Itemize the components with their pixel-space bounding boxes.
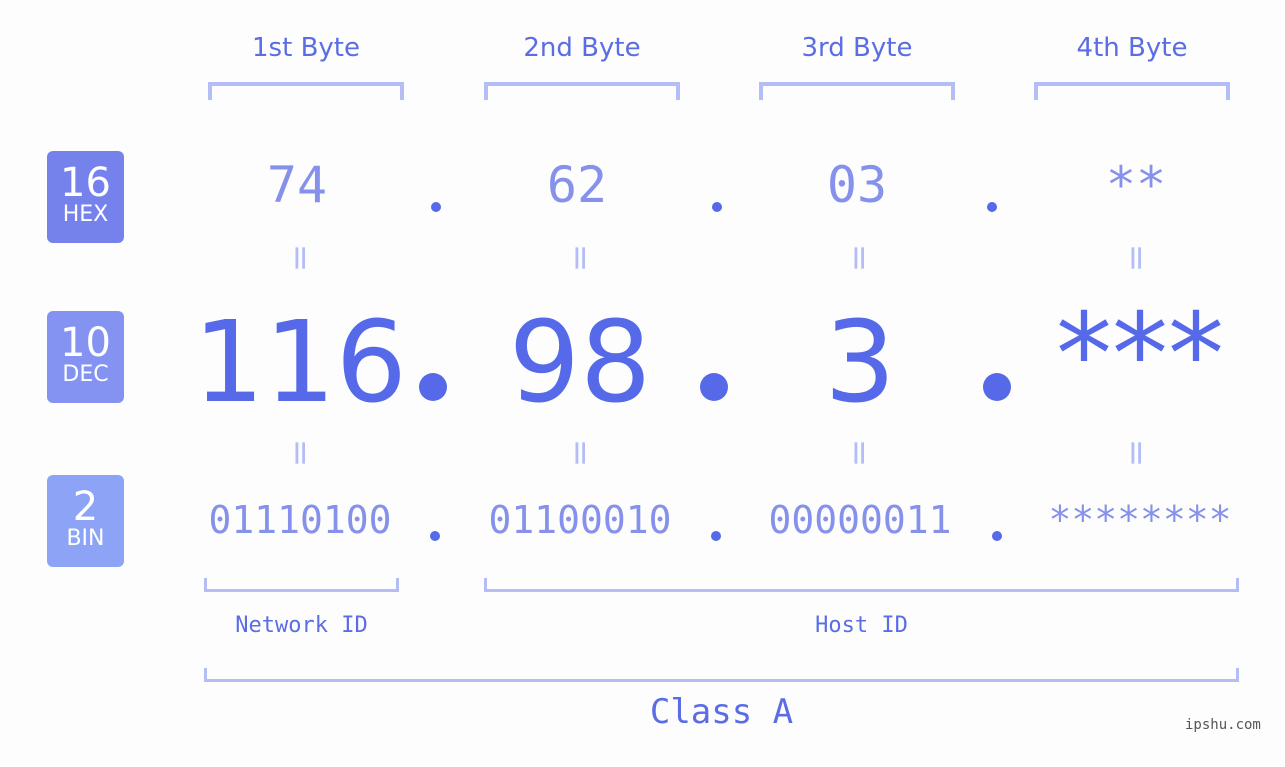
- dec-value-3: 3: [824, 298, 896, 428]
- bin-value-4: ********: [1048, 498, 1232, 542]
- hex-value-1: 74: [266, 156, 328, 214]
- byte-bracket-4: [1034, 82, 1230, 100]
- hex-value-4: **: [1105, 156, 1167, 214]
- bin-separator-dot: [430, 531, 440, 541]
- dec-badge: 10 DEC: [47, 311, 124, 403]
- dec-value-2: 98: [508, 298, 652, 428]
- hex-separator-dot: [987, 202, 997, 212]
- network-id-label: Network ID: [235, 613, 368, 638]
- equals-sign: =: [839, 243, 879, 273]
- byte-bracket-3: [759, 82, 955, 100]
- dec-separator-dot: [419, 373, 447, 401]
- hex-badge-label: HEX: [62, 202, 109, 227]
- byte-bracket-2: [484, 82, 680, 100]
- dec-badge-label: DEC: [62, 362, 109, 387]
- byte-label-3: 3rd Byte: [801, 33, 913, 63]
- dec-separator-dot: [700, 373, 728, 401]
- network-id-bracket: [204, 578, 399, 592]
- equals-sign: =: [1116, 438, 1156, 468]
- bin-value-3: 00000011: [768, 498, 952, 542]
- equals-sign: =: [280, 243, 320, 273]
- byte-label-1: 1st Byte: [252, 33, 360, 63]
- equals-sign: =: [1116, 243, 1156, 273]
- hex-value-3: 03: [826, 156, 888, 214]
- equals-sign: =: [839, 438, 879, 468]
- equals-sign: =: [560, 243, 600, 273]
- bin-value-1: 01110100: [208, 498, 392, 542]
- bin-separator-dot: [992, 531, 1002, 541]
- byte-label-4: 4th Byte: [1076, 33, 1188, 63]
- class-bracket: [204, 668, 1239, 682]
- bin-separator-dot: [711, 531, 721, 541]
- equals-sign: =: [280, 438, 320, 468]
- dec-value-1: 116: [193, 298, 407, 428]
- dec-separator-dot: [983, 373, 1011, 401]
- dec-badge-number: 10: [60, 320, 111, 366]
- bin-badge: 2 BIN: [47, 475, 124, 567]
- host-id-bracket: [484, 578, 1239, 592]
- hex-badge: 16 HEX: [47, 151, 124, 243]
- dec-value-4: ***: [1056, 290, 1224, 420]
- hex-separator-dot: [431, 202, 441, 212]
- host-id-label: Host ID: [815, 613, 908, 638]
- byte-label-2: 2nd Byte: [523, 33, 641, 63]
- bin-badge-label: BIN: [66, 526, 105, 551]
- hex-badge-number: 16: [60, 160, 111, 206]
- class-label: Class A: [649, 692, 794, 732]
- equals-sign: =: [560, 438, 600, 468]
- hex-separator-dot: [712, 202, 722, 212]
- bin-value-2: 01100010: [488, 498, 672, 542]
- byte-bracket-1: [208, 82, 404, 100]
- hex-value-2: 62: [546, 156, 608, 214]
- watermark: ipshu.com: [1185, 717, 1261, 733]
- bin-badge-number: 2: [72, 484, 99, 530]
